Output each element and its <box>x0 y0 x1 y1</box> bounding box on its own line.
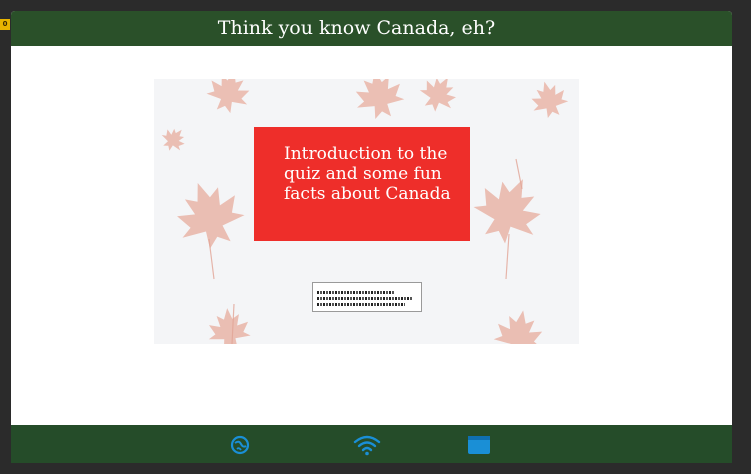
globe-icon[interactable] <box>228 434 252 456</box>
window-title: Think you know Canada, eh? <box>217 17 496 39</box>
notification-badge: 0 <box>0 19 10 30</box>
bottom-toolbar <box>11 425 732 463</box>
slide-thumbnail[interactable] <box>312 282 422 312</box>
slide-preview[interactable]: Introduction to the quiz and some fun fa… <box>154 79 579 344</box>
wifi-icon[interactable] <box>353 434 381 456</box>
window-icon[interactable] <box>467 434 491 456</box>
slide-heading: Introduction to the quiz and some fun fa… <box>284 144 451 204</box>
title-bar: Think you know Canada, eh? <box>11 11 732 46</box>
app-window: Think you know Canada, eh? Introduction … <box>11 11 732 463</box>
slide-title-box: Introduction to the quiz and some fun fa… <box>254 127 470 241</box>
